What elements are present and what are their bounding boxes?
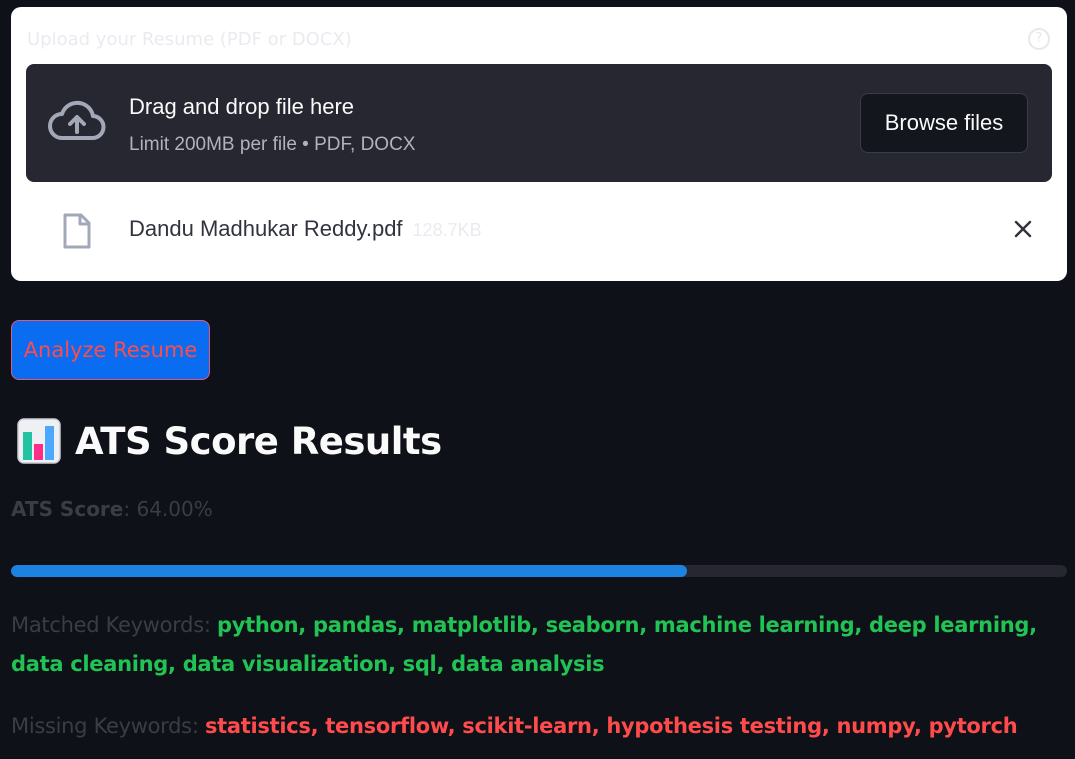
analyze-resume-button[interactable]: Analyze Resume (11, 320, 210, 380)
missing-keywords-label: Missing Keywords: (11, 714, 205, 738)
file-uploader: Upload your Resume (PDF or DOCX) ? Drag … (11, 7, 1067, 281)
file-name-text: Dandu Madhukar Reddy.pdf (129, 216, 403, 241)
results-header: ATS Score Results (17, 418, 442, 464)
file-size: 128.7KB (412, 220, 482, 240)
missing-keywords: Missing Keywords: statistics, tensorflow… (11, 707, 1061, 746)
dropzone-limit-text: Limit 200MB per file • PDF, DOCX (129, 134, 416, 155)
close-icon[interactable] (1012, 218, 1034, 240)
cloud-upload-icon (48, 100, 106, 140)
dropzone-title: Drag and drop file here (129, 94, 355, 119)
missing-keywords-list: statistics, tensorflow, scikit-learn, hy… (204, 714, 1018, 738)
ats-score-label: ATS Score (11, 497, 124, 521)
file-icon (63, 213, 91, 249)
matched-keywords-label: Matched Keywords: (11, 613, 217, 637)
browse-files-button[interactable]: Browse files (860, 93, 1028, 153)
uploaded-file-row: Dandu Madhukar Reddy.pdf 128.7KB (26, 202, 1052, 258)
ats-score-text: ATS Score: 64.00% (11, 497, 213, 521)
matched-keywords: Matched Keywords: python, pandas, matplo… (11, 606, 1061, 684)
results-title: ATS Score Results (75, 419, 442, 463)
uploaded-file-name: Dandu Madhukar Reddy.pdf 128.7KB (129, 216, 482, 242)
ats-score-progress-bar (11, 565, 1067, 577)
uploader-label: Upload your Resume (PDF or DOCX) (27, 29, 352, 50)
help-icon[interactable]: ? (1028, 28, 1050, 50)
file-dropzone[interactable]: Drag and drop file here Limit 200MB per … (26, 64, 1052, 182)
ats-score-value: : 64.00% (123, 497, 213, 521)
bar-chart-icon (17, 418, 61, 464)
progress-fill (11, 565, 687, 577)
